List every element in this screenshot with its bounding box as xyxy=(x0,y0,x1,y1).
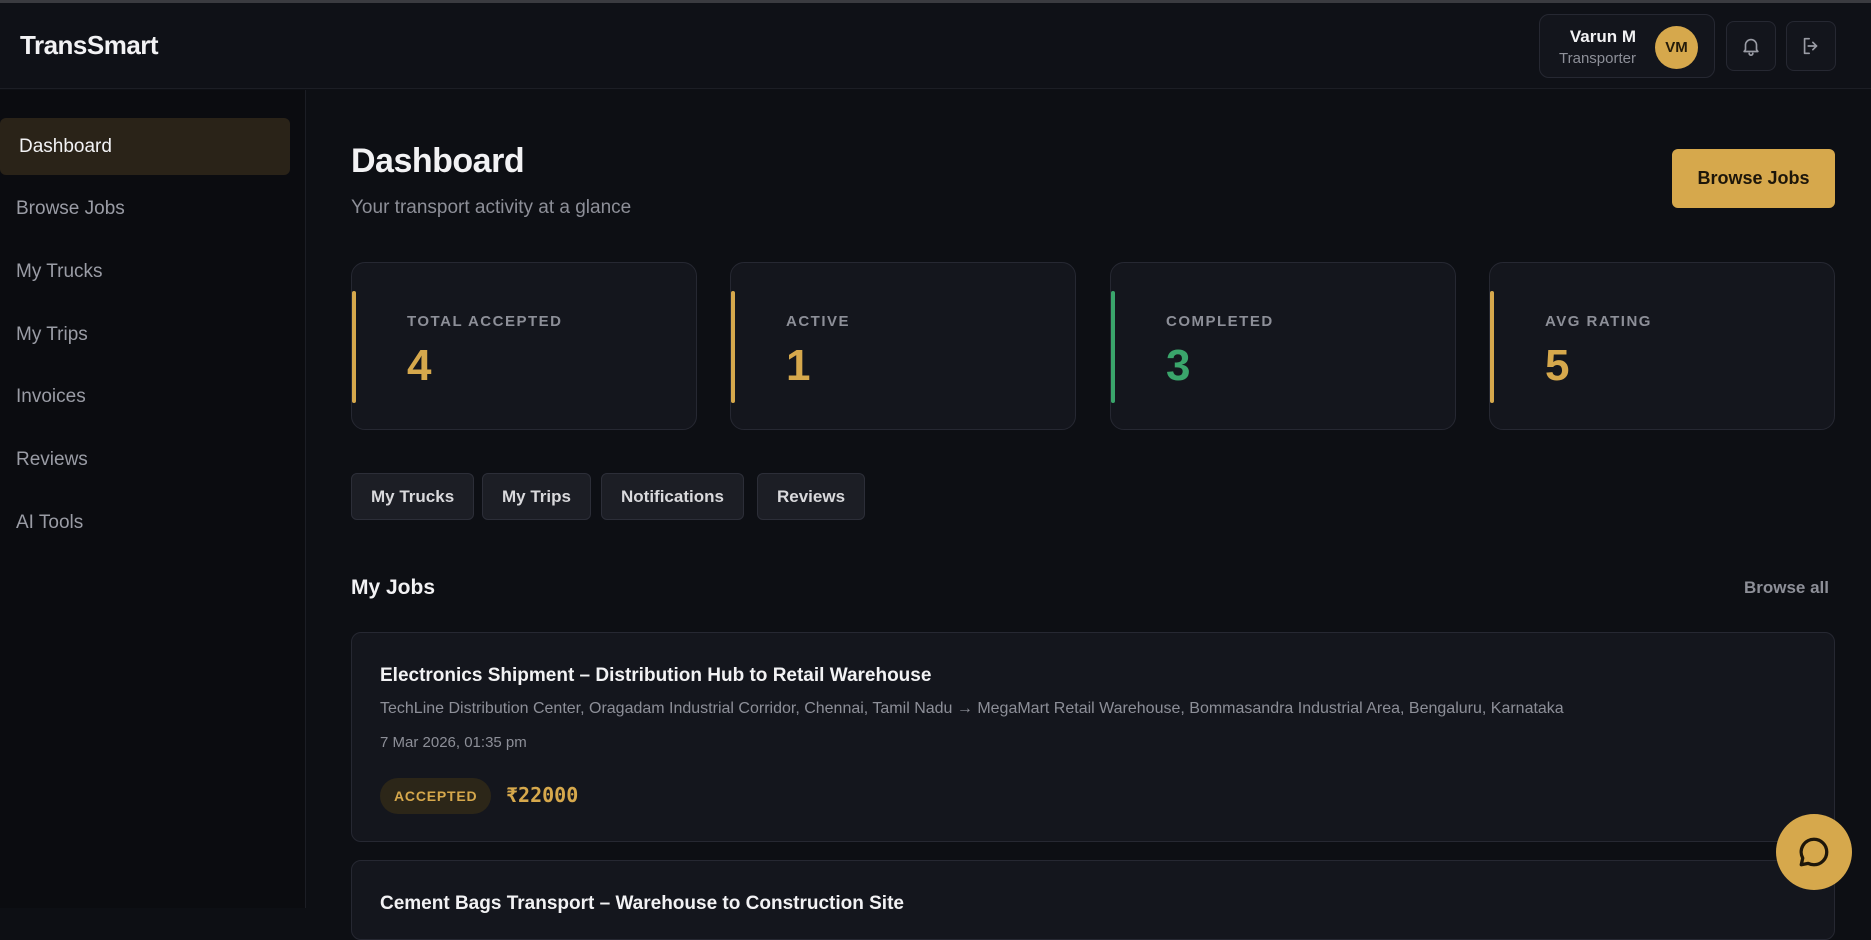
sidebar-item-reviews[interactable]: Reviews xyxy=(0,431,290,488)
sidebar: Dashboard Browse Jobs My Trucks My Trips… xyxy=(0,90,306,908)
sidebar-item-browse-jobs[interactable]: Browse Jobs xyxy=(0,180,290,237)
quick-link-my-trucks[interactable]: My Trucks xyxy=(351,473,475,520)
sidebar-item-my-trips[interactable]: My Trips xyxy=(0,306,290,363)
section-title-my-jobs: My Jobs xyxy=(351,576,436,599)
stat-label: COMPLETED xyxy=(1166,313,1274,330)
page-title: Dashboard xyxy=(351,142,525,180)
user-profile[interactable]: Varun M Transporter VM xyxy=(1539,14,1715,78)
user-role: Transporter xyxy=(1559,50,1636,67)
stat-accent xyxy=(1490,291,1494,403)
sidebar-item-my-trucks[interactable]: My Trucks xyxy=(0,243,290,300)
logout-icon xyxy=(1803,37,1818,55)
top-header: TransSmart Varun M Transporter VM xyxy=(0,3,1871,89)
status-badge: ACCEPTED xyxy=(380,778,492,814)
stat-value: 3 xyxy=(1166,341,1191,390)
job-price: ₹22000 xyxy=(506,783,579,807)
main-content: Dashboard Your transport activity at a g… xyxy=(307,90,1871,940)
job-card[interactable]: Electronics Shipment – Distribution Hub … xyxy=(351,632,1835,842)
page-subtitle: Your transport activity at a glance xyxy=(351,197,632,218)
stat-accent xyxy=(352,291,356,403)
quick-link-notifications[interactable]: Notifications xyxy=(601,473,744,520)
brand-logo[interactable]: TransSmart xyxy=(20,30,159,61)
logout-button[interactable] xyxy=(1786,21,1836,71)
sidebar-item-invoices[interactable]: Invoices xyxy=(0,368,290,425)
stat-value: 1 xyxy=(786,341,811,390)
stat-card-total-accepted: TOTAL ACCEPTED 4 xyxy=(351,262,697,430)
job-card[interactable]: Cement Bags Transport – Warehouse to Con… xyxy=(351,860,1835,940)
job-title: Electronics Shipment – Distribution Hub … xyxy=(380,665,932,686)
job-route: TechLine Distribution Center, Oragadam I… xyxy=(380,700,1564,717)
chat-bubble-icon xyxy=(1799,837,1829,867)
stat-label: TOTAL ACCEPTED xyxy=(407,313,563,330)
stat-label: AVG RATING xyxy=(1545,313,1652,330)
avatar[interactable]: VM xyxy=(1655,26,1698,69)
sidebar-item-ai-tools[interactable]: AI Tools xyxy=(0,494,290,551)
job-date: 7 Mar 2026, 01:35 pm xyxy=(380,734,527,751)
sidebar-item-dashboard[interactable]: Dashboard xyxy=(0,118,290,175)
stat-card-completed: COMPLETED 3 xyxy=(1110,262,1456,430)
stat-value: 5 xyxy=(1545,341,1570,390)
stat-accent xyxy=(731,291,735,403)
stat-card-active: ACTIVE 1 xyxy=(730,262,1076,430)
stat-value: 4 xyxy=(407,341,432,390)
chat-button[interactable] xyxy=(1776,814,1852,890)
quick-link-my-trips[interactable]: My Trips xyxy=(482,473,591,520)
stat-card-avg-rating: AVG RATING 5 xyxy=(1489,262,1835,430)
stat-accent xyxy=(1111,291,1115,403)
quick-link-reviews[interactable]: Reviews xyxy=(757,473,866,520)
bell-icon xyxy=(1743,38,1759,56)
job-title: Cement Bags Transport – Warehouse to Con… xyxy=(380,893,904,914)
browse-all-link[interactable]: Browse all xyxy=(1744,578,1829,598)
browse-jobs-button[interactable]: Browse Jobs xyxy=(1672,149,1835,208)
user-name: Varun M xyxy=(1569,27,1636,46)
stat-label: ACTIVE xyxy=(786,313,851,330)
notifications-button[interactable] xyxy=(1726,21,1776,71)
